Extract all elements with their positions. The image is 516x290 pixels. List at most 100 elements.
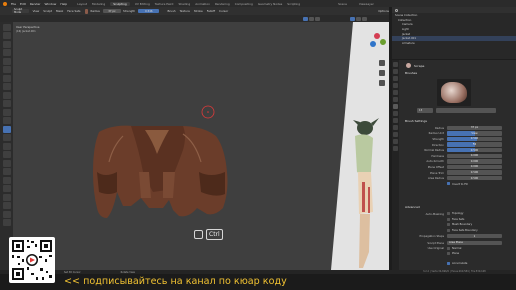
radius-value-field[interactable]: 37 px <box>447 125 502 130</box>
clay-tool[interactable] <box>2 40 11 48</box>
plane-offset-field[interactable]: 0.000 <box>447 164 502 170</box>
brush-thumb-icon[interactable] <box>84 8 89 14</box>
brush-settings-dropdown[interactable]: Brush <box>167 9 175 13</box>
menu-edit[interactable]: Edit <box>20 2 26 6</box>
workspace-tab-rendering[interactable]: Rendering <box>215 2 230 6</box>
shading-material-button[interactable] <box>356 16 361 21</box>
physics-tab-icon[interactable] <box>393 118 398 123</box>
scrape-tool[interactable] <box>2 125 11 133</box>
grab-tool[interactable] <box>2 151 11 158</box>
texture-tab-icon[interactable] <box>393 146 398 151</box>
smooth-tool[interactable] <box>2 100 11 107</box>
symmetry-y-button[interactable] <box>309 16 314 21</box>
nudge-tool[interactable] <box>2 193 11 201</box>
output-tab-icon[interactable] <box>393 76 398 81</box>
multiplane-scrape-tool[interactable] <box>2 134 11 141</box>
face-sets-menu[interactable]: Face Sets <box>67 9 80 13</box>
menu-render[interactable]: Render <box>30 2 41 6</box>
workspace-tab-layout[interactable]: Layout <box>77 2 87 6</box>
propagation-steps-field[interactable]: 1 <box>447 233 502 239</box>
area-radius-field[interactable]: 0.500 <box>447 175 502 181</box>
texture-dropdown[interactable]: Texture <box>180 9 190 13</box>
elastic-deform-tool[interactable] <box>2 159 11 167</box>
options-dropdown[interactable]: Options <box>378 9 389 13</box>
snake-hook-tool[interactable] <box>2 168 11 175</box>
scene-selector[interactable]: Scene <box>338 2 347 6</box>
slide-relax-tool[interactable] <box>2 210 11 218</box>
clay-strips-tool[interactable] <box>2 49 11 56</box>
plane-trim-field[interactable]: 0.500 <box>447 170 502 175</box>
workspace-tab-animation[interactable]: Animation <box>195 2 210 6</box>
view-layer-selector[interactable]: ViewLayer <box>359 2 374 6</box>
brush-number-field[interactable]: 13 <box>417 107 433 113</box>
world-tab-icon[interactable] <box>393 97 398 102</box>
workspace-tab-scripting[interactable]: Scripting <box>287 2 300 6</box>
brush-preview[interactable] <box>437 79 471 106</box>
outliner-row-armature[interactable]: Armature <box>392 41 516 46</box>
outliner-search-icon[interactable] <box>395 8 398 12</box>
advanced-title[interactable]: Advanced <box>405 205 420 209</box>
stroke-dropdown[interactable]: Stroke <box>194 9 203 13</box>
automask-topology-checkbox[interactable] <box>447 212 450 216</box>
rotate-tool[interactable] <box>2 202 11 209</box>
layer-tool[interactable] <box>2 66 11 73</box>
brush-settings-title[interactable]: Brush Settings <box>405 119 427 123</box>
object-tab-icon[interactable] <box>393 104 398 109</box>
mask-tool[interactable] <box>2 219 11 226</box>
falloff-dropdown[interactable]: Falloff <box>207 9 215 13</box>
automask-face-sets-boundary-checkbox[interactable] <box>447 229 450 233</box>
cursor-dropdown[interactable]: Cursor <box>219 9 228 13</box>
mask-menu[interactable]: Mask <box>56 9 63 13</box>
strength-value-field[interactable]: 0.546 <box>447 136 502 142</box>
automask-mesh-boundary-checkbox[interactable] <box>447 223 450 227</box>
thumb-tool[interactable] <box>2 176 11 184</box>
constraints-tab-icon[interactable] <box>393 125 398 130</box>
tool-tab-icon[interactable] <box>393 62 398 67</box>
direction-field[interactable]: Fill <box>447 142 502 147</box>
material-tab-icon[interactable] <box>393 139 398 144</box>
invert-to-fill-checkbox[interactable] <box>447 182 450 186</box>
clay-thumb-tool[interactable] <box>2 57 11 65</box>
strength-field[interactable]: 0.546 <box>138 8 160 14</box>
accumulate-checkbox[interactable] <box>447 262 450 266</box>
crease-tool[interactable] <box>2 91 11 99</box>
auto-smooth-field[interactable]: 0.000 <box>447 159 502 164</box>
modifier-tab-icon[interactable] <box>393 111 398 116</box>
workspace-tab-modeling[interactable]: Modeling <box>92 2 105 6</box>
flatten-tool[interactable] <box>2 108 11 116</box>
render-tab-icon[interactable] <box>393 69 398 74</box>
blender-logo-icon[interactable] <box>3 1 7 6</box>
brushes-title[interactable]: Brushes <box>405 71 417 75</box>
draw-brush-tool[interactable] <box>2 23 11 31</box>
brush-name-field[interactable] <box>436 107 496 113</box>
scene-tab-icon[interactable] <box>393 90 398 95</box>
view-layer-tab-icon[interactable] <box>393 83 398 88</box>
menu-help[interactable]: Help <box>60 2 67 6</box>
fill-tool[interactable] <box>2 117 11 124</box>
sculpt-plane-dropdown[interactable]: Area Plane <box>447 240 502 245</box>
symmetry-x-button[interactable] <box>303 16 308 21</box>
automask-face-sets-checkbox[interactable] <box>447 217 450 221</box>
workspace-tab-sculpting[interactable]: Sculpting <box>110 1 130 6</box>
use-original-normal-checkbox[interactable] <box>447 246 450 250</box>
hardness-field[interactable]: 0.000 <box>447 153 502 158</box>
menu-file[interactable]: File <box>11 2 16 6</box>
workspace-tab-uv-editing[interactable]: UV Editing <box>135 2 150 6</box>
shading-solid-button[interactable] <box>350 16 355 21</box>
shading-rendered-button[interactable] <box>362 16 367 21</box>
pose-tool[interactable] <box>2 185 11 192</box>
workspace-tab-geometry-nodes[interactable]: Geometry Nodes <box>258 2 282 6</box>
workspace-tab-shading[interactable]: Shading <box>178 2 190 6</box>
3d-viewport[interactable]: User Perspective (16) Jacket.001 Ctrl <box>13 22 389 270</box>
radius-unit-field[interactable]: View <box>447 131 502 136</box>
workspace-tab-compositing[interactable]: Compositing <box>235 2 253 6</box>
menu-window[interactable]: Window <box>45 2 57 6</box>
mode-selector[interactable]: Sculpt Mode <box>12 8 29 14</box>
draw-sharp-tool[interactable] <box>2 32 11 39</box>
use-original-plane-checkbox[interactable] <box>447 252 450 256</box>
data-tab-icon[interactable] <box>393 132 398 137</box>
blob-tool[interactable] <box>2 83 11 90</box>
pinch-tool[interactable] <box>2 142 11 150</box>
inflate-tool[interactable] <box>2 74 11 82</box>
sculpt-menu[interactable]: Sculpt <box>43 9 52 13</box>
